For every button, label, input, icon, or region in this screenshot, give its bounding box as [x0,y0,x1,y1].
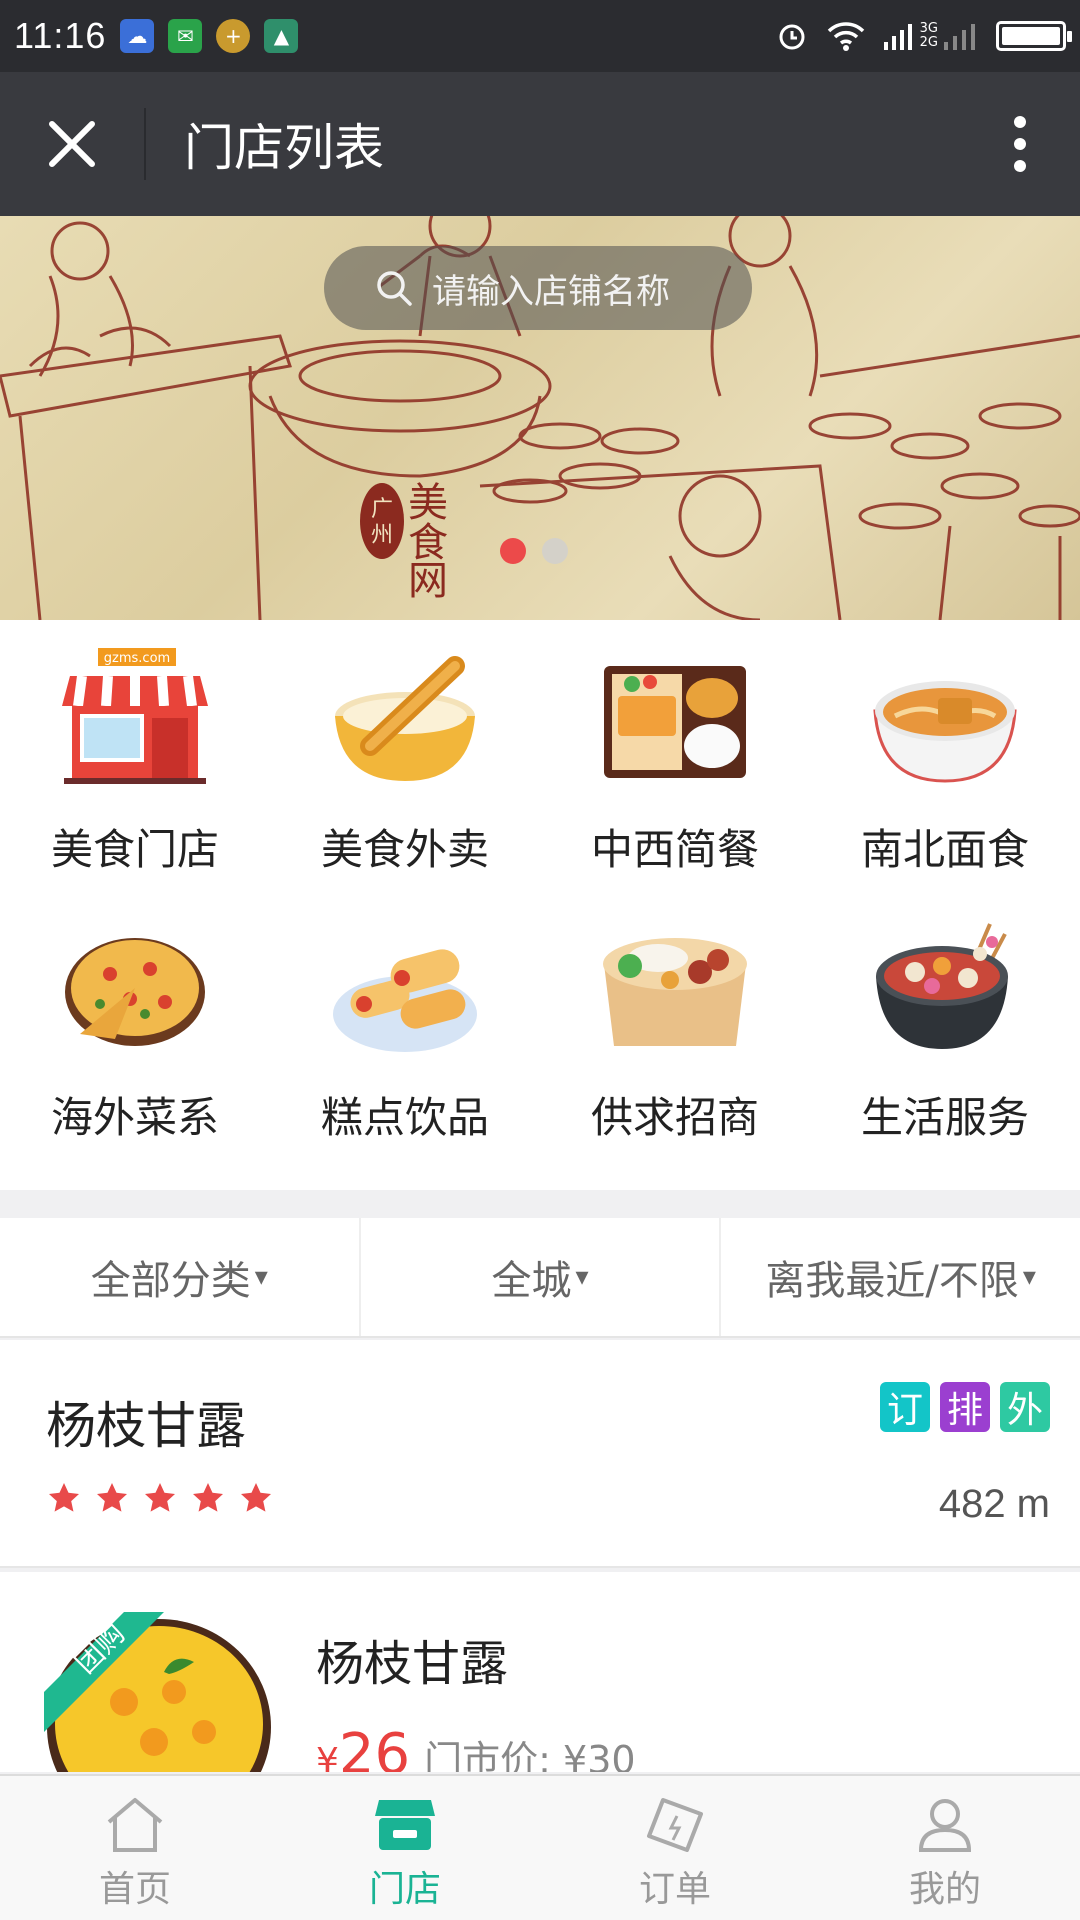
star-icon [97,1483,127,1512]
service-badges: 订 排 外 [880,1382,1050,1432]
svg-text:广: 广 [371,497,393,522]
store-search-bar[interactable]: 请输入店铺名称 [324,246,752,330]
category-label: 美食外卖 [320,825,489,874]
page-title: 门店列表 [184,119,384,177]
category-label: 供求招商 [590,1093,759,1142]
carousel-dot[interactable] [542,538,568,564]
category-label: 生活服务 [860,1093,1029,1142]
category-western-meal[interactable]: 中西简餐 [540,646,810,914]
category-label: 糕点饮品 [320,1093,489,1142]
tab-label: 首页 [98,1869,171,1910]
hotpot-icon [870,914,1020,1064]
group-deal-item[interactable]: 团购 杨枝甘露 ¥ 26 门市价: ¥30 [0,1572,1080,1772]
fried-dough-soymilk-icon [330,646,480,796]
close-button[interactable] [0,72,144,216]
category-food-delivery[interactable]: 美食外卖 [270,646,540,914]
category-label: 南北面食 [860,825,1029,874]
filter-label: 全部分类 [90,1258,251,1304]
category-business[interactable]: 供求招商 [540,914,810,1182]
profile-icon [918,1799,972,1852]
tab-label: 订单 [638,1869,711,1910]
queue-badge: 排 [940,1382,990,1432]
carousel-dot-active[interactable] [500,538,526,564]
noodle-bowl-icon [870,646,1020,796]
star-icon [49,1483,79,1512]
title-divider [144,108,146,180]
home-icon [107,1798,163,1852]
filter-sort-dropdown[interactable]: 离我最近/不限 ▾ [721,1218,1080,1336]
category-international[interactable]: 海外菜系 [0,914,270,1182]
deal-name: 杨枝甘露 [316,1636,509,1692]
pizza-icon [60,914,210,1064]
add-notification-icon: + [216,19,251,53]
filter-bar: 全部分类 ▾ 全城 ▾ 离我最近/不限 ▾ [0,1218,1080,1338]
store-icon [375,1800,435,1850]
battery-icon [996,21,1072,51]
deal-price: ¥ 26 门市价: ¥30 [316,1722,636,1772]
dropdown-caret-icon: ▾ [1022,1262,1036,1292]
lunchbox-icon [600,914,750,1064]
category-noodles[interactable]: 南北面食 [810,646,1080,914]
store-rating [46,1480,274,1516]
svg-text:网: 网 [408,558,448,604]
tab-label: 我的 [908,1869,981,1910]
tab-orders[interactable]: 订单 [540,1776,810,1920]
booking-badge: 订 [880,1382,930,1432]
star-icon [241,1483,271,1512]
title-bar: 门店列表 [0,72,1080,216]
carousel-indicator [500,538,568,564]
status-bar: 11:16 ☁ ✉ + ▲ 3G 2G [0,0,1080,72]
category-label: 海外菜系 [50,1093,219,1142]
tab-label: 门店 [368,1869,441,1910]
brand-logo: 广 州 美 食 网 [360,480,448,604]
status-time: 11:16 [14,15,107,56]
dropdown-caret-icon: ▾ [254,1262,268,1292]
wechat-notification-icon: ✉ [168,19,203,53]
cellular-signal-icon: 3G 2G [883,21,978,50]
filter-label: 全城 [491,1258,572,1304]
bento-icon [600,646,750,796]
filter-area-dropdown[interactable]: 全城 ▾ [361,1218,722,1336]
tab-store[interactable]: 门店 [270,1776,540,1920]
search-icon [377,271,412,306]
currency-symbol: ¥ [316,1741,339,1772]
close-icon [49,121,95,167]
star-icon [145,1483,175,1512]
store-list-item[interactable]: 杨枝甘露 订 排 外 482 m [0,1340,1080,1568]
storefront-icon: gzms.com [60,646,210,796]
store-sign-text: gzms.com [104,651,170,666]
dropdown-caret-icon: ▾ [575,1262,589,1292]
more-menu-button[interactable] [960,72,1080,216]
category-label: 美食门店 [50,825,219,874]
tab-profile[interactable]: 我的 [810,1776,1080,1920]
wifi-icon [827,22,864,51]
tab-home[interactable]: 首页 [0,1776,270,1920]
network-3g-label: 3G [919,21,938,36]
alarm-icon [779,24,805,50]
delivery-badge: 外 [1000,1382,1050,1432]
more-vertical-icon [1014,116,1026,172]
original-price: 门市价: ¥30 [424,1738,636,1772]
category-life-service[interactable]: 生活服务 [810,914,1080,1182]
pastry-roll-icon [330,914,480,1064]
category-label: 中西简餐 [590,825,759,874]
notification-app-icon: ☁ [120,19,155,53]
chart-notification-icon: ▲ [264,19,299,53]
order-ticket-icon [647,1798,703,1852]
filter-label: 离我最近/不限 [765,1258,1019,1304]
store-name: 杨枝甘露 [46,1397,246,1455]
search-placeholder: 请输入店铺名称 [432,271,670,312]
category-grid: gzms.com 美食门店 美食外卖 中西简餐 南北面食 海外菜系 糕点饮品 供… [0,620,1080,1190]
svg-text:州: 州 [371,523,393,548]
category-pastry-drinks[interactable]: 糕点饮品 [270,914,540,1182]
network-2g-label: 2G [919,35,938,50]
deal-thumbnail: 团购 [44,1612,271,1772]
bottom-tab-bar: 首页 门店 订单 我的 [0,1774,1080,1920]
filter-category-dropdown[interactable]: 全部分类 ▾ [0,1218,361,1336]
deal-price-value: 26 [338,1722,411,1772]
store-distance: 482 m [938,1482,1050,1526]
star-icon [193,1483,223,1512]
category-food-store[interactable]: gzms.com 美食门店 [0,646,270,914]
promo-banner[interactable]: 广 州 美 食 网 请输入店铺名称 [0,216,1080,620]
